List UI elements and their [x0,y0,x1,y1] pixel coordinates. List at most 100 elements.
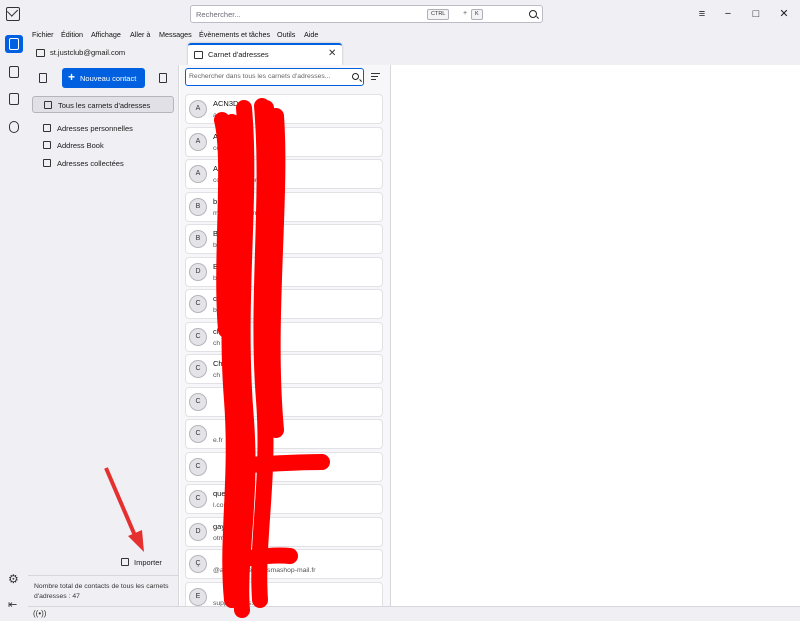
sort-options-icon[interactable] [370,71,382,83]
contact-name: Br [213,261,221,271]
global-search-placeholder: Rechercher... [196,10,241,19]
plus-icon: + [68,70,76,84]
contact-email: ch ail.fr [213,339,235,347]
contact-card[interactable]: C Ch ch [185,354,383,384]
book-label: Address Book [57,141,104,150]
contact-name: A [213,164,219,173]
close-window-button[interactable]: ✕ [776,6,792,22]
avatar: D [189,262,207,281]
import-button[interactable]: Importer [118,555,174,569]
contact-email: b @orange.fr [213,242,253,249]
maximize-button[interactable]: □ [748,6,764,22]
tab-bar: st.justclub@gmail.com Carnet d'adresses … [28,42,800,65]
contact-card[interactable]: A ACN3D a [185,94,383,124]
gear-icon[interactable]: ⚙ [8,572,19,586]
contact-email: b [213,274,217,282]
kbd-k: K [471,9,483,20]
address-book-sidebar: + Nouveau contact Tous les carnets d'adr… [28,65,179,606]
contact-card[interactable]: Cque l.com [185,484,383,514]
contact-name: chr [213,326,224,336]
tasks-space-button[interactable] [5,90,23,108]
address-book-icon [43,159,51,167]
contacts-search-input[interactable]: Rechercher dans tous les carnets d'adres… [185,68,364,86]
contact-card[interactable]: B Be b @orange.fr [185,224,383,254]
menu-bar: Fichier Édition Affichage Aller à Messag… [28,28,800,42]
contact-total: Nombre total de contacts de tous les car… [28,575,179,606]
menu-messages[interactable]: Messages [159,30,192,39]
address-book-icon [9,38,19,50]
tab-address-book[interactable]: Carnet d'adresses ✕ [188,43,342,65]
search-icon[interactable] [352,73,359,80]
address-book-icon [43,124,51,132]
menu-outils[interactable]: Outils [277,30,295,39]
book-all[interactable]: Tous les carnets d'adresses [32,96,174,113]
calendar-space-button[interactable] [5,63,23,81]
new-list-icon[interactable] [156,71,170,85]
contact-name: que [213,489,226,498]
book-personal[interactable]: Adresses personnelles [32,120,174,137]
import-icon [121,558,129,566]
contact-email: e.fr [213,437,223,444]
contact-card[interactable]: Ccat bou il.com [185,289,383,319]
contact-card[interactable]: A Acommunications.com [185,159,383,189]
chat-space-button[interactable] [5,118,23,136]
menu-affichage[interactable]: Affichage [91,30,121,39]
chat-icon [9,121,19,133]
menu-evenements[interactable]: Évènements et tâches [199,30,270,39]
tab-address-book-label: Carnet d'adresses [208,50,269,59]
menu-fichier[interactable]: Fichier [32,30,54,39]
tab-mail-label: st.justclub@gmail.com [50,48,126,57]
book-collected[interactable]: Adresses collectées [32,155,174,172]
contact-name: Ch [213,359,223,368]
title-bar: Rechercher... CTRL + K ≡ − □ ✕ [0,0,800,28]
book-address-book[interactable]: Address Book [32,137,174,154]
minimize-button[interactable]: − [720,6,736,22]
avatar: B [189,230,207,248]
kbd-plus: + [463,10,468,17]
avatar: A [189,100,207,118]
mail-icon [36,49,45,57]
spaces-toolbar [0,28,28,621]
calendar-icon [9,66,19,78]
contact-card[interactable]: Cchr ch ail.fr [185,321,383,352]
kbd-ctrl: CTRL [427,9,450,20]
book-all-label: Tous les carnets d'adresses [58,101,151,110]
contact-card[interactable]: C [185,386,383,417]
contact-card[interactable]: D Br b [185,256,383,287]
avatar: C [189,360,207,378]
close-icon[interactable]: ✕ [328,48,336,59]
new-address-book-icon[interactable] [36,71,50,85]
address-book-space-button[interactable] [5,35,23,53]
avatar: E [189,587,207,606]
contact-email: a [213,112,217,119]
collapse-icon[interactable]: ⇤ [8,598,17,611]
avatar: A [189,132,207,151]
menu-aller-a[interactable]: Aller à [130,30,150,39]
contacts-list-pane: Rechercher dans tous les carnets d'adres… [180,65,391,612]
new-contact-button[interactable]: + Nouveau contact [62,68,145,88]
contact-card[interactable]: Dgayot otmail.fr [185,516,383,547]
avatar: C [189,392,207,411]
contact-card[interactable]: Ce.fr [185,419,383,449]
wifi-status-icon: ((•)) [33,609,47,618]
app-menu-button[interactable]: ≡ [694,6,710,22]
global-search-input[interactable]: Rechercher... CTRL + K [190,5,543,23]
avatar: C [189,327,207,346]
contact-card[interactable]: A Acom [185,126,383,157]
avatar: Ç [189,555,207,573]
contact-card[interactable]: Bb m @gmail.com [185,191,383,222]
tab-mail-account[interactable]: st.justclub@gmail.com [32,43,182,65]
search-icon[interactable] [529,10,537,18]
menu-edition[interactable]: Édition [61,30,83,39]
contact-name: cat [213,294,224,303]
avatar: C [189,457,207,476]
contact-card[interactable]: Ç @abonnement.prismashop-mail.fr [185,549,383,579]
contact-email: com [213,144,226,152]
book-label: Adresses personnelles [57,124,133,133]
contact-name: ACN3D [213,99,239,108]
contact-name: Be [213,229,223,238]
contact-email: ch [213,372,221,379]
menu-aide[interactable]: Aide [304,30,318,39]
contact-email: communications.com [213,177,277,184]
contact-card[interactable]: C [185,451,383,482]
